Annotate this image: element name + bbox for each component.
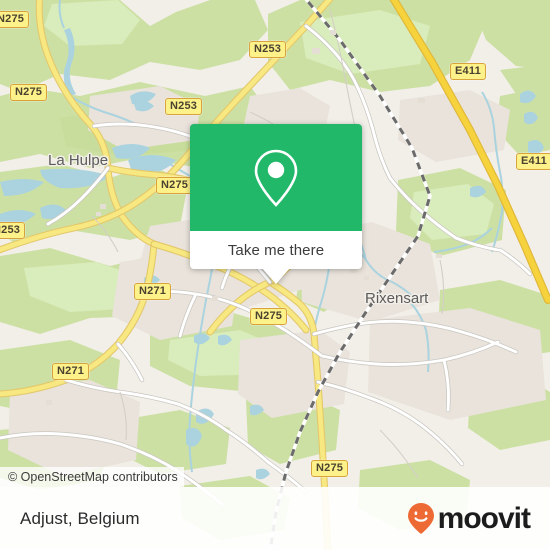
popup-pointer <box>262 268 290 284</box>
moovit-wordmark: moovit <box>437 501 531 535</box>
road-shield: N275 <box>0 11 30 28</box>
moovit-logo[interactable]: moovit <box>406 501 531 536</box>
road-shield: N271 <box>52 363 90 380</box>
road-shield: E411 <box>516 153 550 170</box>
road-shield: N275 <box>250 308 288 325</box>
place-label: La Hulpe <box>48 152 109 169</box>
bottom-bar: Adjust, Belgium moovit <box>0 487 550 550</box>
road-shield: N271 <box>134 283 172 300</box>
road-shield: N275 <box>311 460 349 477</box>
map-attribution[interactable]: © OpenStreetMap contributors <box>0 467 184 487</box>
road-shield: E411 <box>450 63 486 80</box>
road-shield: N275 <box>10 84 48 101</box>
take-me-there-popup[interactable]: Take me there <box>190 124 362 284</box>
road-shield: N253 <box>0 222 26 239</box>
page-title: Adjust, Belgium <box>20 508 140 528</box>
moovit-map-screenshot: .forest { fill:#cde0a4; } .park { fill:#… <box>0 0 550 550</box>
moovit-pin-icon <box>407 502 434 534</box>
map-pin-icon <box>254 149 298 207</box>
place-label: Rixensart <box>365 290 429 307</box>
attribution-text: © OpenStreetMap contributors <box>8 470 178 484</box>
take-me-there-label[interactable]: Take me there <box>190 231 362 269</box>
road-shield: N253 <box>249 41 287 58</box>
road-shield: N253 <box>165 98 203 115</box>
popup-icon-area <box>190 124 362 231</box>
road-shield: N275 <box>156 177 194 194</box>
